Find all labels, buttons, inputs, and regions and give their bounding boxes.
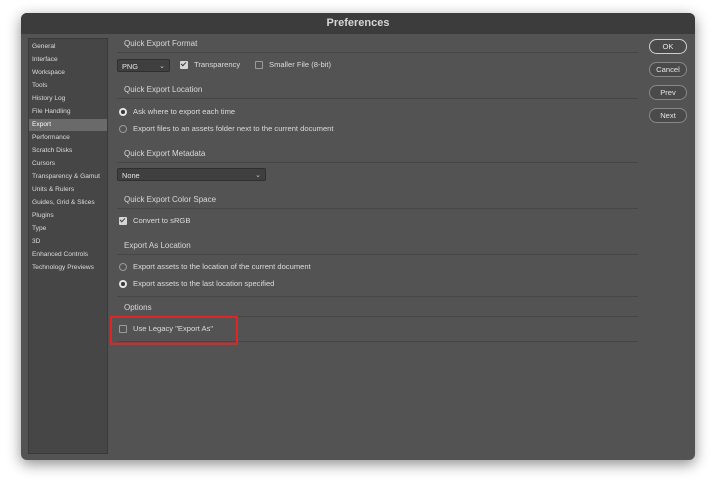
- radio-current-document[interactable]: [119, 263, 127, 271]
- radio-current-document-label: Export assets to the location of the cur…: [133, 262, 311, 271]
- sidebar-item-plugins[interactable]: Plugins: [29, 210, 107, 222]
- sidebar-item-interface[interactable]: Interface: [29, 54, 107, 66]
- section-title-options: Options: [124, 303, 152, 312]
- section-divider: [117, 208, 638, 209]
- ok-button[interactable]: OK: [649, 39, 687, 54]
- highlight-annotation-box: [110, 316, 238, 345]
- sidebar-item-cursors[interactable]: Cursors: [29, 158, 107, 170]
- format-select-value: PNG: [122, 62, 139, 71]
- smaller-file-checkbox[interactable]: [255, 61, 263, 69]
- next-button[interactable]: Next: [649, 108, 687, 123]
- chevron-down-icon: ⌄: [159, 63, 165, 70]
- convert-srgb-label: Convert to sRGB: [133, 216, 191, 225]
- sidebar-item-transparency-gamut[interactable]: Transparency & Gamut: [29, 171, 107, 183]
- sidebar-item-history-log[interactable]: History Log: [29, 93, 107, 105]
- section-divider: [117, 98, 638, 99]
- radio-ask-where[interactable]: [119, 108, 127, 116]
- radio-ask-where-label: Ask where to export each time: [133, 107, 236, 116]
- prev-button[interactable]: Prev: [649, 85, 687, 100]
- metadata-select-value: None: [122, 171, 140, 180]
- radio-assets-folder-label: Export files to an assets folder next to…: [133, 124, 334, 133]
- dialog-title: Preferences: [21, 13, 695, 34]
- section-divider: [117, 254, 638, 255]
- sidebar-item-enhanced-controls[interactable]: Enhanced Controls: [29, 249, 107, 261]
- radio-last-location-label: Export assets to the last location speci…: [133, 279, 275, 288]
- sidebar-item-performance[interactable]: Performance: [29, 132, 107, 144]
- sidebar-item-units-rulers[interactable]: Units & Rulers: [29, 184, 107, 196]
- transparency-label: Transparency: [194, 60, 241, 69]
- sidebar-item-general[interactable]: General: [29, 41, 107, 53]
- section-divider: [117, 296, 638, 297]
- section-title-quick-export-format: Quick Export Format: [124, 39, 198, 48]
- section-title-export-as-location: Export As Location: [124, 241, 191, 250]
- transparency-checkbox[interactable]: [180, 61, 188, 69]
- sidebar-item-technology-previews[interactable]: Technology Previews: [29, 262, 107, 274]
- sidebar-item-file-handling[interactable]: File Handling: [29, 106, 107, 118]
- section-divider: [117, 162, 638, 163]
- section-divider: [117, 52, 638, 53]
- format-select[interactable]: PNG ⌄: [117, 59, 170, 72]
- sidebar-item-export[interactable]: Export: [29, 119, 107, 131]
- radio-assets-folder[interactable]: [119, 125, 127, 133]
- section-title-quick-export-metadata: Quick Export Metadata: [124, 149, 206, 158]
- metadata-select[interactable]: None ⌄: [117, 168, 266, 181]
- sidebar-item-workspace[interactable]: Workspace: [29, 67, 107, 79]
- preferences-dialog: Preferences General Interface Workspace …: [21, 13, 695, 460]
- smaller-file-label: Smaller File (8-bit): [269, 60, 332, 69]
- sidebar-item-type[interactable]: Type: [29, 223, 107, 235]
- sidebar-item-guides-grid-slices[interactable]: Guides, Grid & Slices: [29, 197, 107, 209]
- section-title-quick-export-color-space: Quick Export Color Space: [124, 195, 217, 204]
- sidebar-item-3d[interactable]: 3D: [29, 236, 107, 248]
- preferences-sidebar: General Interface Workspace Tools Histor…: [28, 38, 108, 454]
- chevron-down-icon: ⌄: [255, 172, 261, 179]
- radio-last-location[interactable]: [119, 280, 127, 288]
- sidebar-item-tools[interactable]: Tools: [29, 80, 107, 92]
- section-title-quick-export-location: Quick Export Location: [124, 85, 203, 94]
- convert-srgb-checkbox[interactable]: [119, 217, 127, 225]
- sidebar-item-scratch-disks[interactable]: Scratch Disks: [29, 145, 107, 157]
- cancel-button[interactable]: Cancel: [649, 62, 687, 77]
